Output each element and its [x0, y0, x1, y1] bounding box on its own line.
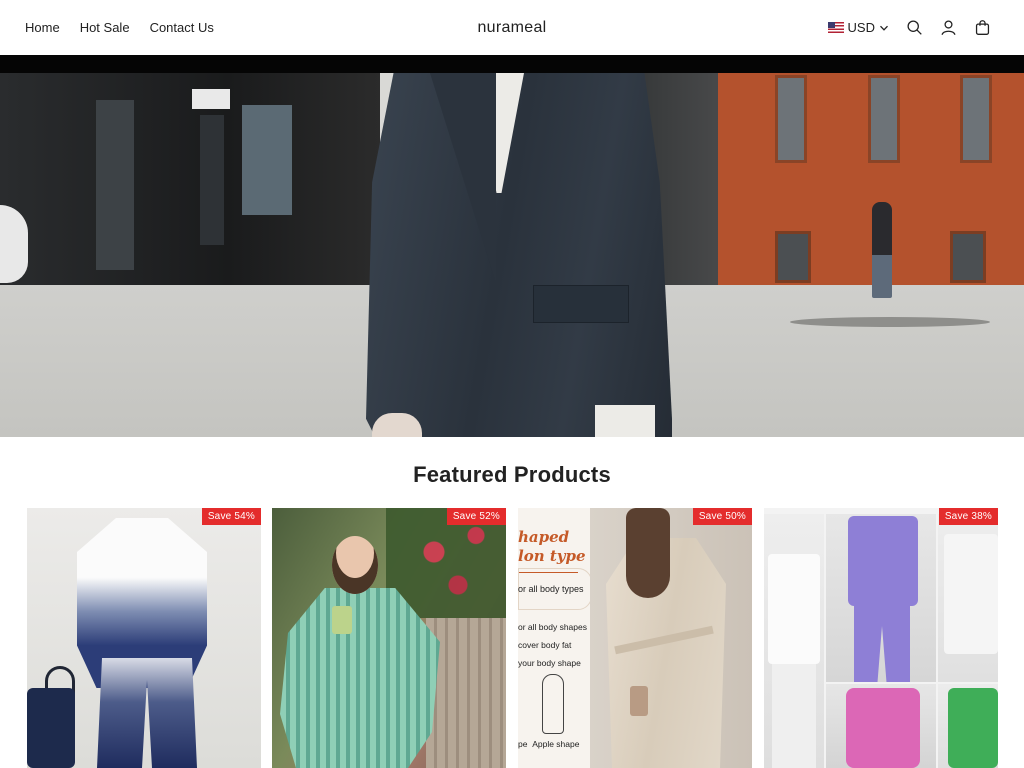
product-image-pants: [97, 658, 197, 768]
product-image-size-infographic: haped lon type or all body types or all …: [518, 508, 592, 768]
infographic-heading: haped lon type: [518, 528, 586, 566]
brand-logo[interactable]: nurameal: [477, 19, 546, 37]
product-card-1[interactable]: Save 54%: [27, 508, 261, 768]
hero-window: [96, 100, 134, 270]
save-badge: Save 52%: [446, 508, 506, 525]
hero-door: [200, 115, 224, 245]
product-image-model-hair: [626, 508, 670, 598]
body-shape-figure-icon: [542, 674, 564, 734]
hero-brick-window: [775, 75, 807, 163]
collage-shirt: [848, 516, 918, 606]
hero-model-blazer: [366, 73, 672, 437]
hero-brick-window: [960, 75, 992, 163]
product-card-2[interactable]: Save 52%: [272, 508, 506, 768]
save-badge: Save 50%: [692, 508, 752, 525]
site-header: Home Hot Sale Contact Us nurameal USD: [0, 0, 1024, 55]
hero-shop-sign: [192, 89, 230, 109]
main-nav: Home Hot Sale Contact Us: [25, 0, 214, 55]
hero-top-strip: [0, 55, 1024, 73]
hero-model-hand: [372, 413, 422, 437]
save-badge: Save 38%: [938, 508, 998, 525]
collage-pants: [772, 664, 816, 768]
infographic-subtitle: or all body types: [518, 584, 584, 594]
header-tools: USD: [827, 0, 991, 55]
hero-banner[interactable]: [0, 55, 1024, 437]
infographic-heading-line: haped: [518, 528, 570, 546]
section-title-featured: Featured Products: [413, 462, 611, 487]
account-icon[interactable]: [940, 19, 957, 36]
product-image-model-head: [332, 536, 378, 594]
collage-tile-green: [938, 684, 998, 768]
hero-model-pocket: [533, 285, 629, 323]
hero-window: [242, 105, 292, 215]
nav-contact-us[interactable]: Contact Us: [150, 20, 214, 35]
product-image-bag: [27, 688, 75, 768]
nav-hot-sale[interactable]: Hot Sale: [80, 20, 130, 35]
collage-tile-white-2: [938, 514, 998, 682]
product-card-3[interactable]: haped lon type or all body types or all …: [518, 508, 752, 768]
product-image-cup: [630, 686, 648, 716]
product-image-cup: [332, 606, 352, 634]
collage-tile-purple: [826, 514, 936, 682]
hero-model-cuff: [595, 405, 655, 437]
product-image-outfit: [280, 588, 440, 768]
hero-storefront: [0, 73, 380, 285]
infographic-shape-prefix: pe: [518, 739, 528, 749]
collage-shirt: [948, 688, 998, 768]
infographic-list-item: or all body shapes: [518, 622, 587, 632]
hero-pedestrian: [872, 202, 892, 298]
hero-brick-window: [775, 231, 811, 283]
currency-selector[interactable]: USD: [827, 20, 889, 35]
chevron-down-icon: [880, 25, 888, 31]
nav-home[interactable]: Home: [25, 20, 60, 35]
hero-shadow: [790, 317, 990, 327]
product-card-4[interactable]: Save 38%: [764, 508, 998, 768]
infographic-shape-name: Apple shape: [532, 739, 580, 749]
save-badge: Save 54%: [201, 508, 261, 525]
currency-label: USD: [847, 20, 875, 35]
hero-brick-window: [950, 231, 986, 283]
product-grid: Save 54% Save 52% haped lon type or all …: [27, 508, 998, 768]
collage-shirt: [768, 554, 820, 664]
hero-brick-window: [868, 75, 900, 163]
collage-shirt: [944, 534, 998, 654]
infographic-list-item: cover body fat: [518, 640, 572, 650]
collage-tile-white: [764, 514, 824, 768]
collage-pants: [854, 602, 910, 682]
infographic-shape-label: pe Apple shape: [518, 739, 579, 749]
search-icon[interactable]: [906, 19, 923, 36]
cart-icon[interactable]: [974, 19, 991, 36]
collage-shirt: [846, 688, 920, 768]
collage-tile-pink: [826, 684, 936, 768]
us-flag-icon: [827, 22, 844, 33]
infographic-heading-line: lon type: [518, 547, 586, 565]
infographic-list-item: your body shape: [518, 658, 581, 668]
infographic-list: or all body shapes cover body fat your b…: [518, 618, 587, 672]
